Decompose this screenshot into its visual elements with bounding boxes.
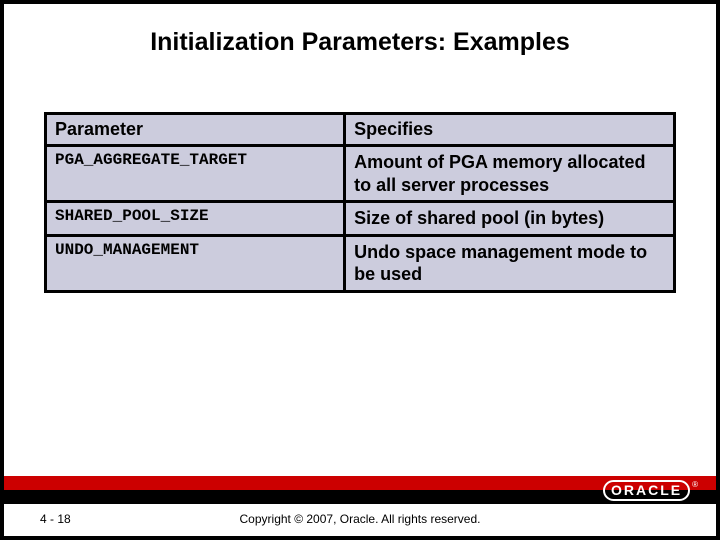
- page-title: Initialization Parameters: Examples: [4, 28, 716, 57]
- table-row: SHARED_POOL_SIZE Size of shared pool (in…: [46, 202, 675, 236]
- cell-param: SHARED_POOL_SIZE: [46, 202, 345, 236]
- cell-param: PGA_AGGREGATE_TARGET: [46, 146, 345, 202]
- cell-param: UNDO_MANAGEMENT: [46, 235, 345, 291]
- cell-spec: Amount of PGA memory allocated to all se…: [345, 146, 675, 202]
- oracle-logo-text: ORACLE: [603, 480, 690, 501]
- oracle-logo-registered: ®: [692, 480, 698, 489]
- footer-bar: ORACLE ®: [4, 476, 716, 504]
- cell-spec: Undo space management mode to be used: [345, 235, 675, 291]
- header-parameter: Parameter: [46, 114, 345, 146]
- copyright-text: Copyright © 2007, Oracle. All rights res…: [4, 512, 716, 526]
- header-specifies: Specifies: [345, 114, 675, 146]
- slide: Initialization Parameters: Examples Para…: [4, 4, 716, 536]
- table-header-row: Parameter Specifies: [46, 114, 675, 146]
- table-row: PGA_AGGREGATE_TARGET Amount of PGA memor…: [46, 146, 675, 202]
- oracle-logo: ORACLE ®: [603, 479, 698, 501]
- cell-spec: Size of shared pool (in bytes): [345, 202, 675, 236]
- parameters-table: Parameter Specifies PGA_AGGREGATE_TARGET…: [44, 112, 676, 293]
- table-row: UNDO_MANAGEMENT Undo space management mo…: [46, 235, 675, 291]
